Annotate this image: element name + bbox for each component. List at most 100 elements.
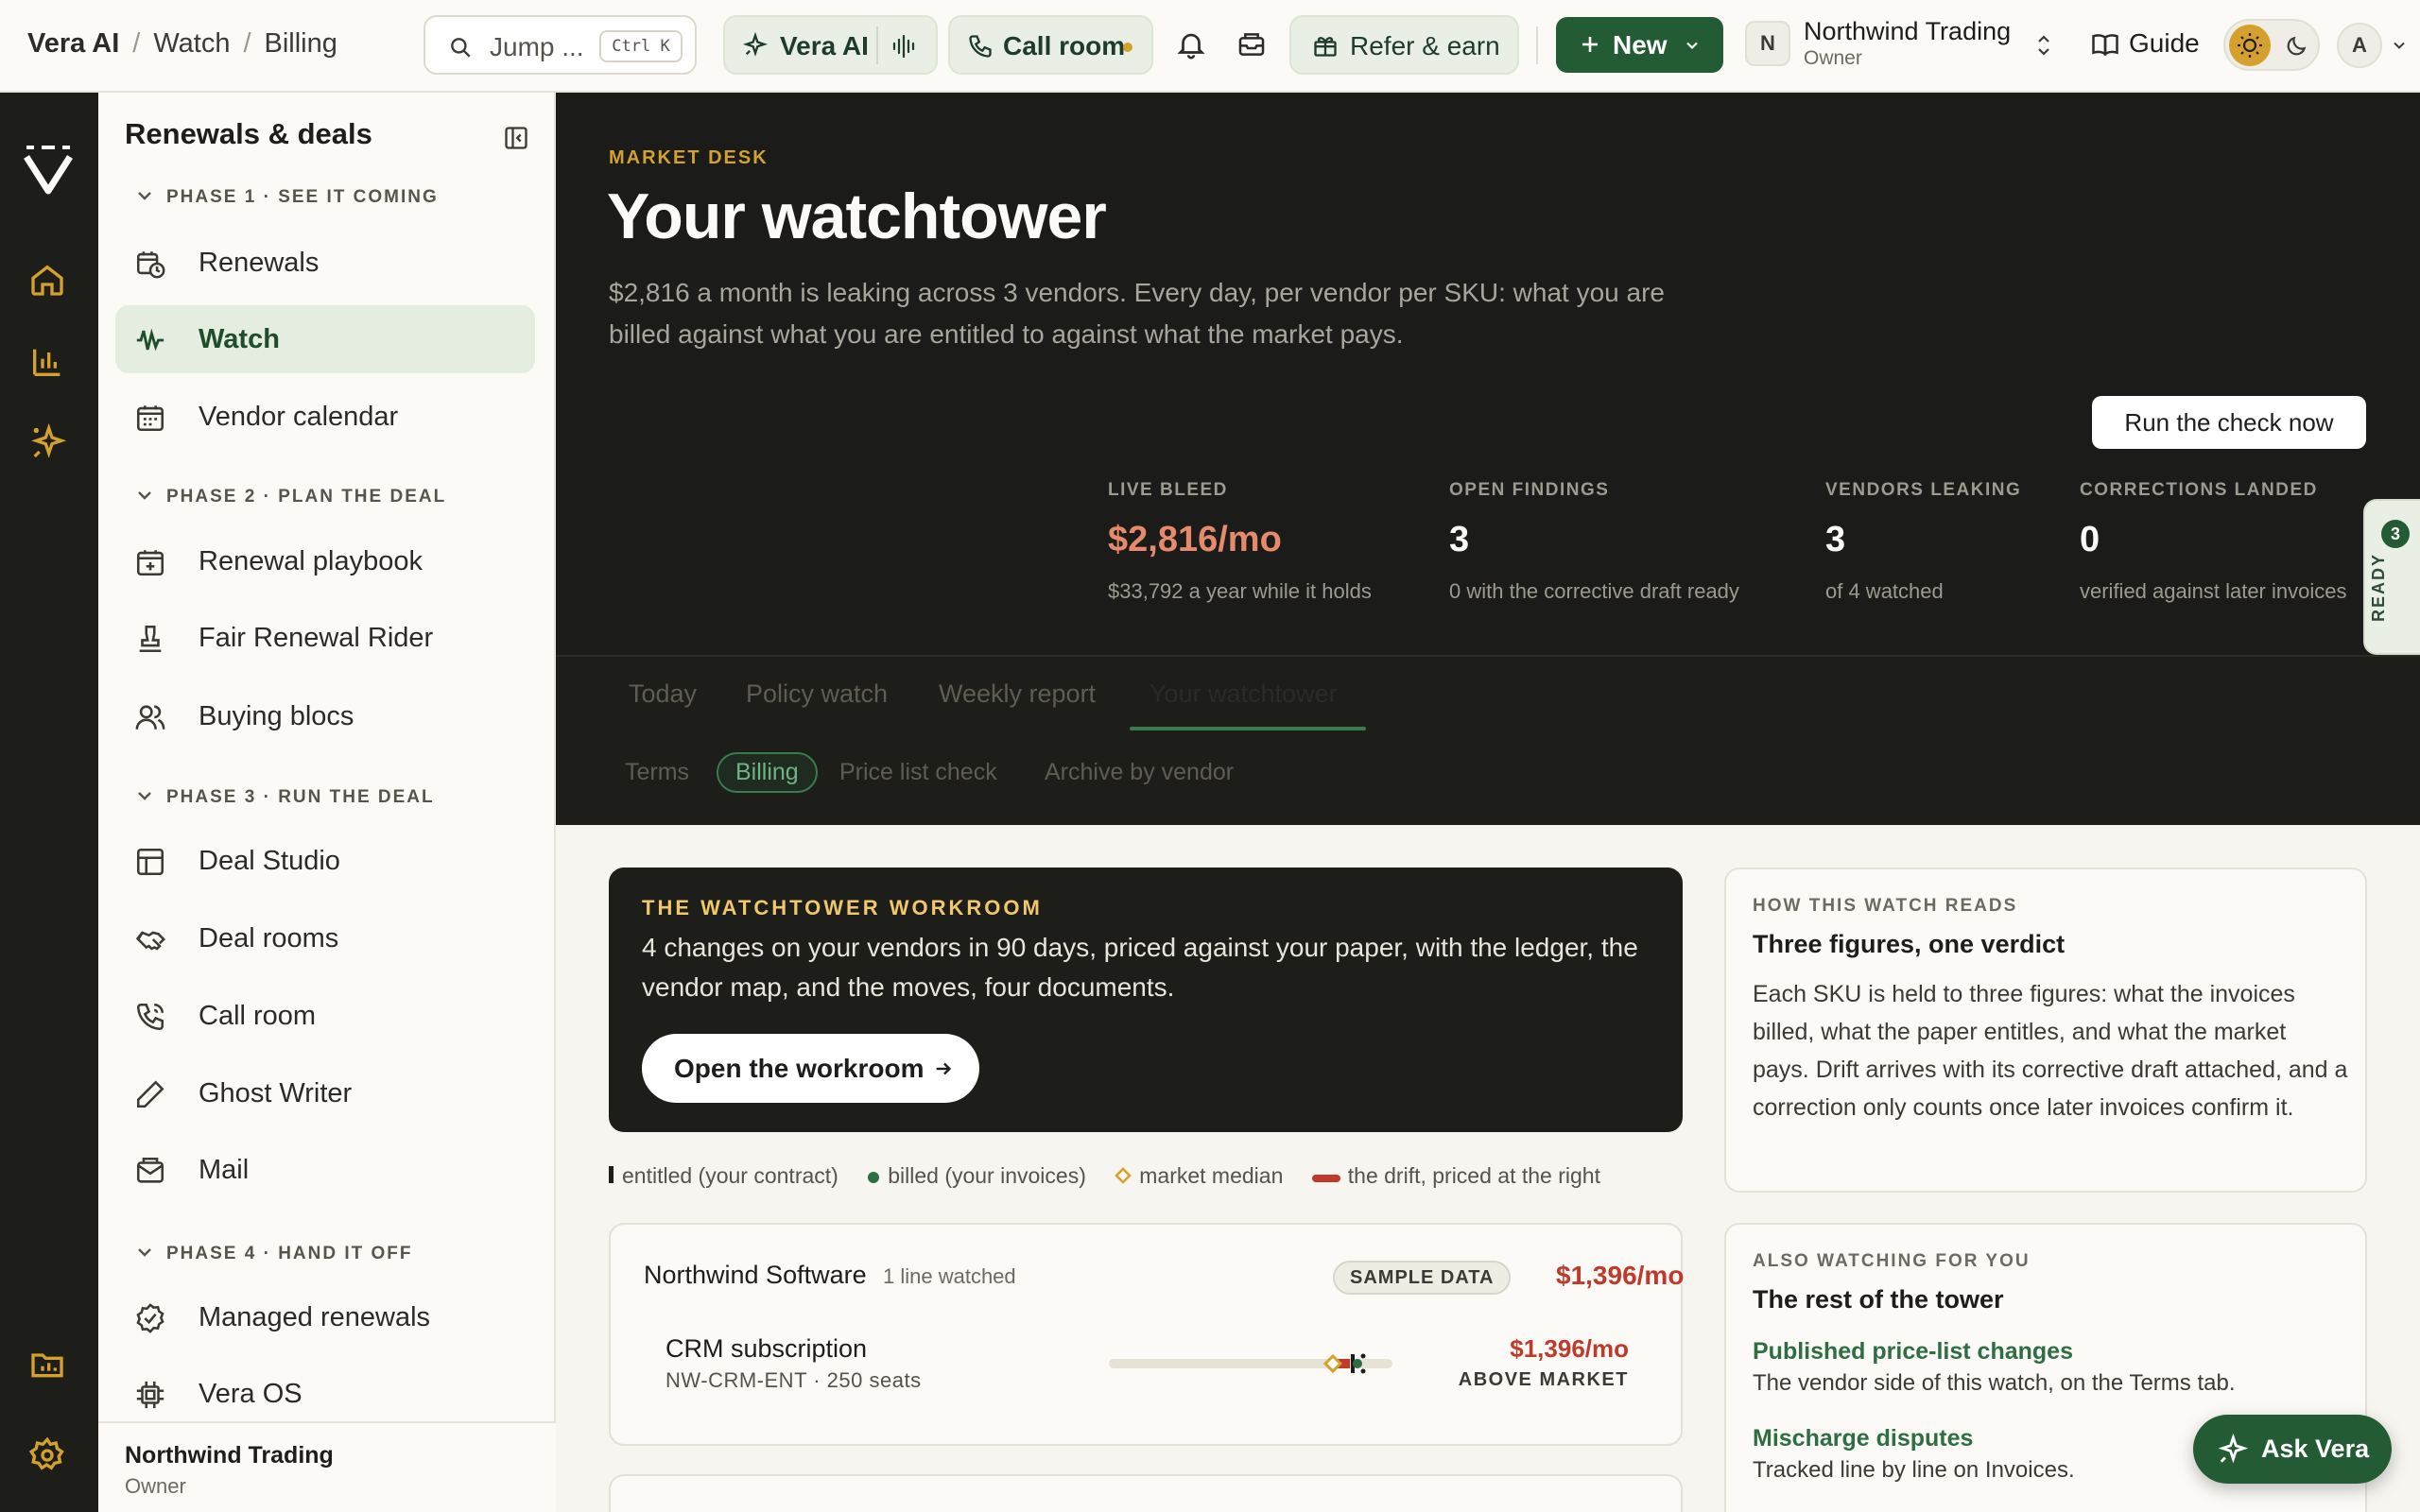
layout-icon — [134, 846, 166, 883]
sidebar-item-watch[interactable]: Watch — [115, 305, 535, 373]
gear-icon[interactable] — [28, 1436, 66, 1479]
voice-waveform-icon[interactable] — [891, 34, 918, 63]
vendor-lines-watched: 1 line watched — [883, 1264, 1016, 1288]
tab-your-watchtower[interactable]: Your watchtower — [1150, 679, 1338, 709]
breadcrumb-item-vera-ai[interactable]: Vera AI — [27, 28, 119, 59]
chevron-down-icon[interactable] — [2390, 36, 2409, 60]
page-title: Your watchtower — [607, 180, 1107, 252]
legend-entitled: entitled (your contract) — [609, 1163, 838, 1191]
run-check-button[interactable]: Run the check now — [2092, 396, 2366, 449]
open-workroom-label: Open the workroom — [674, 1054, 925, 1083]
link-published-price-list-changes[interactable]: Published price-list changes — [1753, 1338, 2073, 1366]
stat-vendors-leaking: VENDORS LEAKING 3 of 4 watched — [1825, 480, 2022, 603]
tab-weekly-report[interactable]: Weekly report — [939, 679, 1096, 709]
subtab-price-list-check[interactable]: Price list check — [839, 759, 997, 786]
icon-rail — [0, 93, 98, 1512]
ask-vera-button[interactable]: Ask Vera — [2193, 1415, 2392, 1484]
vera-logo-icon[interactable] — [21, 144, 76, 201]
book-icon — [2091, 30, 2119, 63]
sidebar-item-label: Renewal playbook — [199, 546, 423, 576]
inbox-icon[interactable] — [1236, 29, 1267, 64]
chevron-updown-icon — [2034, 32, 2053, 63]
how-this-watch-reads-card: HOW THIS WATCH READS Three figures, one … — [1724, 868, 2367, 1193]
billed-marker — [1353, 1359, 1362, 1368]
moon-icon[interactable] — [2284, 34, 2308, 63]
folder-chart-icon[interactable] — [28, 1346, 66, 1388]
chevron-down-icon — [1683, 36, 1702, 60]
vendor-card[interactable]: Northwind Software 1 line watched SAMPLE… — [609, 1223, 1684, 1446]
new-button[interactable]: New — [1556, 17, 1723, 73]
toolbar-divider — [1536, 26, 1538, 64]
vera-ai-button[interactable]: Vera AI — [723, 15, 938, 75]
subtab-archive-by-vendor[interactable]: Archive by vendor — [1045, 759, 1234, 786]
link-description: The vendor side of this watch, on the Te… — [1753, 1370, 2236, 1396]
main-content: MARKET DESK Your watchtower $2,816 a mon… — [556, 93, 2420, 1512]
collapse-sidebar-icon[interactable] — [503, 125, 529, 156]
sidebar-item-renewals[interactable]: Renewals — [115, 229, 535, 297]
open-workroom-button[interactable]: Open the workroom — [642, 1034, 979, 1103]
sparkle-icon[interactable] — [28, 422, 67, 466]
sidebar-item-label: Deal rooms — [199, 923, 339, 954]
hero-lede: $2,816 a month is leaking across 3 vendo… — [609, 278, 1665, 349]
sku-name: CRM subscription — [666, 1334, 868, 1363]
chart-icon[interactable] — [28, 343, 66, 386]
arrow-right-icon — [933, 1058, 954, 1084]
home-icon[interactable] — [28, 261, 66, 303]
call-room-label: Call room — [1003, 31, 1126, 60]
sidebar-item-label: Mail — [199, 1155, 250, 1185]
sidebar-account[interactable]: Northwind Trading Owner — [98, 1421, 556, 1512]
phone-icon — [967, 33, 994, 64]
refer-and-earn-label: Refer & earn — [1350, 31, 1500, 60]
sidebar-item-call-room[interactable]: Call room — [115, 982, 535, 1050]
ready-count-badge: 3 — [2381, 520, 2410, 548]
jump-search[interactable]: Jump ... Ctrl K — [424, 15, 697, 75]
card-title: The rest of the tower — [1753, 1285, 2004, 1314]
workroom-description: 4 changes on your vendors in 90 days, pr… — [642, 933, 1638, 1002]
sun-icon[interactable] — [2229, 25, 2271, 66]
sidebar-item-ghost-writer[interactable]: Ghost Writer — [115, 1059, 535, 1127]
sidebar-item-managed-renewals[interactable]: Managed renewals — [115, 1283, 535, 1351]
tab-today[interactable]: Today — [629, 679, 697, 709]
tab-policy-watch[interactable]: Policy watch — [746, 679, 888, 709]
call-room-button[interactable]: Call room — [948, 15, 1153, 75]
sidebar-item-vera-os[interactable]: Vera OS — [115, 1360, 535, 1428]
top-bar: Vera AI / Watch / Billing Jump ... Ctrl K Ve… — [0, 0, 2420, 93]
org-name: Northwind Trading — [1804, 17, 2012, 45]
vendor-name: Northwind Software — [644, 1261, 867, 1289]
pen-icon — [134, 1078, 166, 1115]
sku-status-tag: ABOVE MARKET — [1458, 1369, 1629, 1390]
workroom-card: THE WATCHTOWER WORKROOM 4 changes on you… — [609, 868, 1683, 1132]
sidebar-item-vendor-calendar[interactable]: Vendor calendar — [115, 383, 535, 451]
ready-drawer-tab[interactable]: 3 READY — [2363, 499, 2420, 655]
sidebar-item-deal-studio[interactable]: Deal Studio — [115, 827, 535, 895]
user-avatar[interactable]: A — [2337, 23, 2382, 68]
link-mischarge-disputes[interactable]: Mischarge disputes — [1753, 1425, 1973, 1452]
link-description: Tracked line by line on Invoices. — [1753, 1457, 2075, 1483]
sidebar-item-mail[interactable]: Mail — [115, 1136, 535, 1204]
plus-icon — [1579, 33, 1601, 60]
sidebar-item-deal-rooms[interactable]: Deal rooms — [115, 904, 535, 972]
refer-and-earn-button[interactable]: Refer & earn — [1289, 15, 1519, 75]
new-button-label: New — [1613, 30, 1668, 60]
sidebar-item-buying-blocs[interactable]: Buying blocs — [115, 682, 535, 750]
guide-label: Guide — [2129, 28, 2200, 58]
subtab-terms[interactable]: Terms — [625, 759, 689, 786]
sidebar-item-label: Renewals — [199, 248, 320, 278]
search-icon — [448, 35, 473, 64]
bell-icon[interactable] — [1175, 28, 1207, 65]
vendor-card[interactable] — [609, 1474, 1683, 1512]
sidebar-title: Renewals & deals — [125, 117, 372, 150]
breadcrumb-item-watch[interactable]: Watch — [153, 28, 230, 59]
theme-toggle[interactable] — [2223, 19, 2320, 71]
phase-1-header[interactable]: PHASE 1 · SEE IT COMING — [136, 187, 439, 208]
subtab-billing[interactable]: Billing — [717, 752, 818, 793]
phase-3-header[interactable]: PHASE 3 · RUN THE DEAL — [136, 787, 435, 808]
sidebar-item-renewal-playbook[interactable]: Renewal playbook — [115, 527, 535, 595]
ask-vera-label: Ask Vera — [2261, 1435, 2370, 1463]
phase-2-header[interactable]: PHASE 2 · PLAN THE DEAL — [136, 487, 446, 507]
phase-4-header[interactable]: PHASE 4 · HAND IT OFF — [136, 1244, 413, 1264]
sidebar-item-fair-renewal-rider[interactable]: Fair Renewal Rider — [115, 604, 535, 672]
vera-ai-label: Vera AI — [780, 31, 869, 60]
sidebar-item-label: Call room — [199, 1001, 317, 1031]
phone-icon — [134, 1001, 166, 1038]
